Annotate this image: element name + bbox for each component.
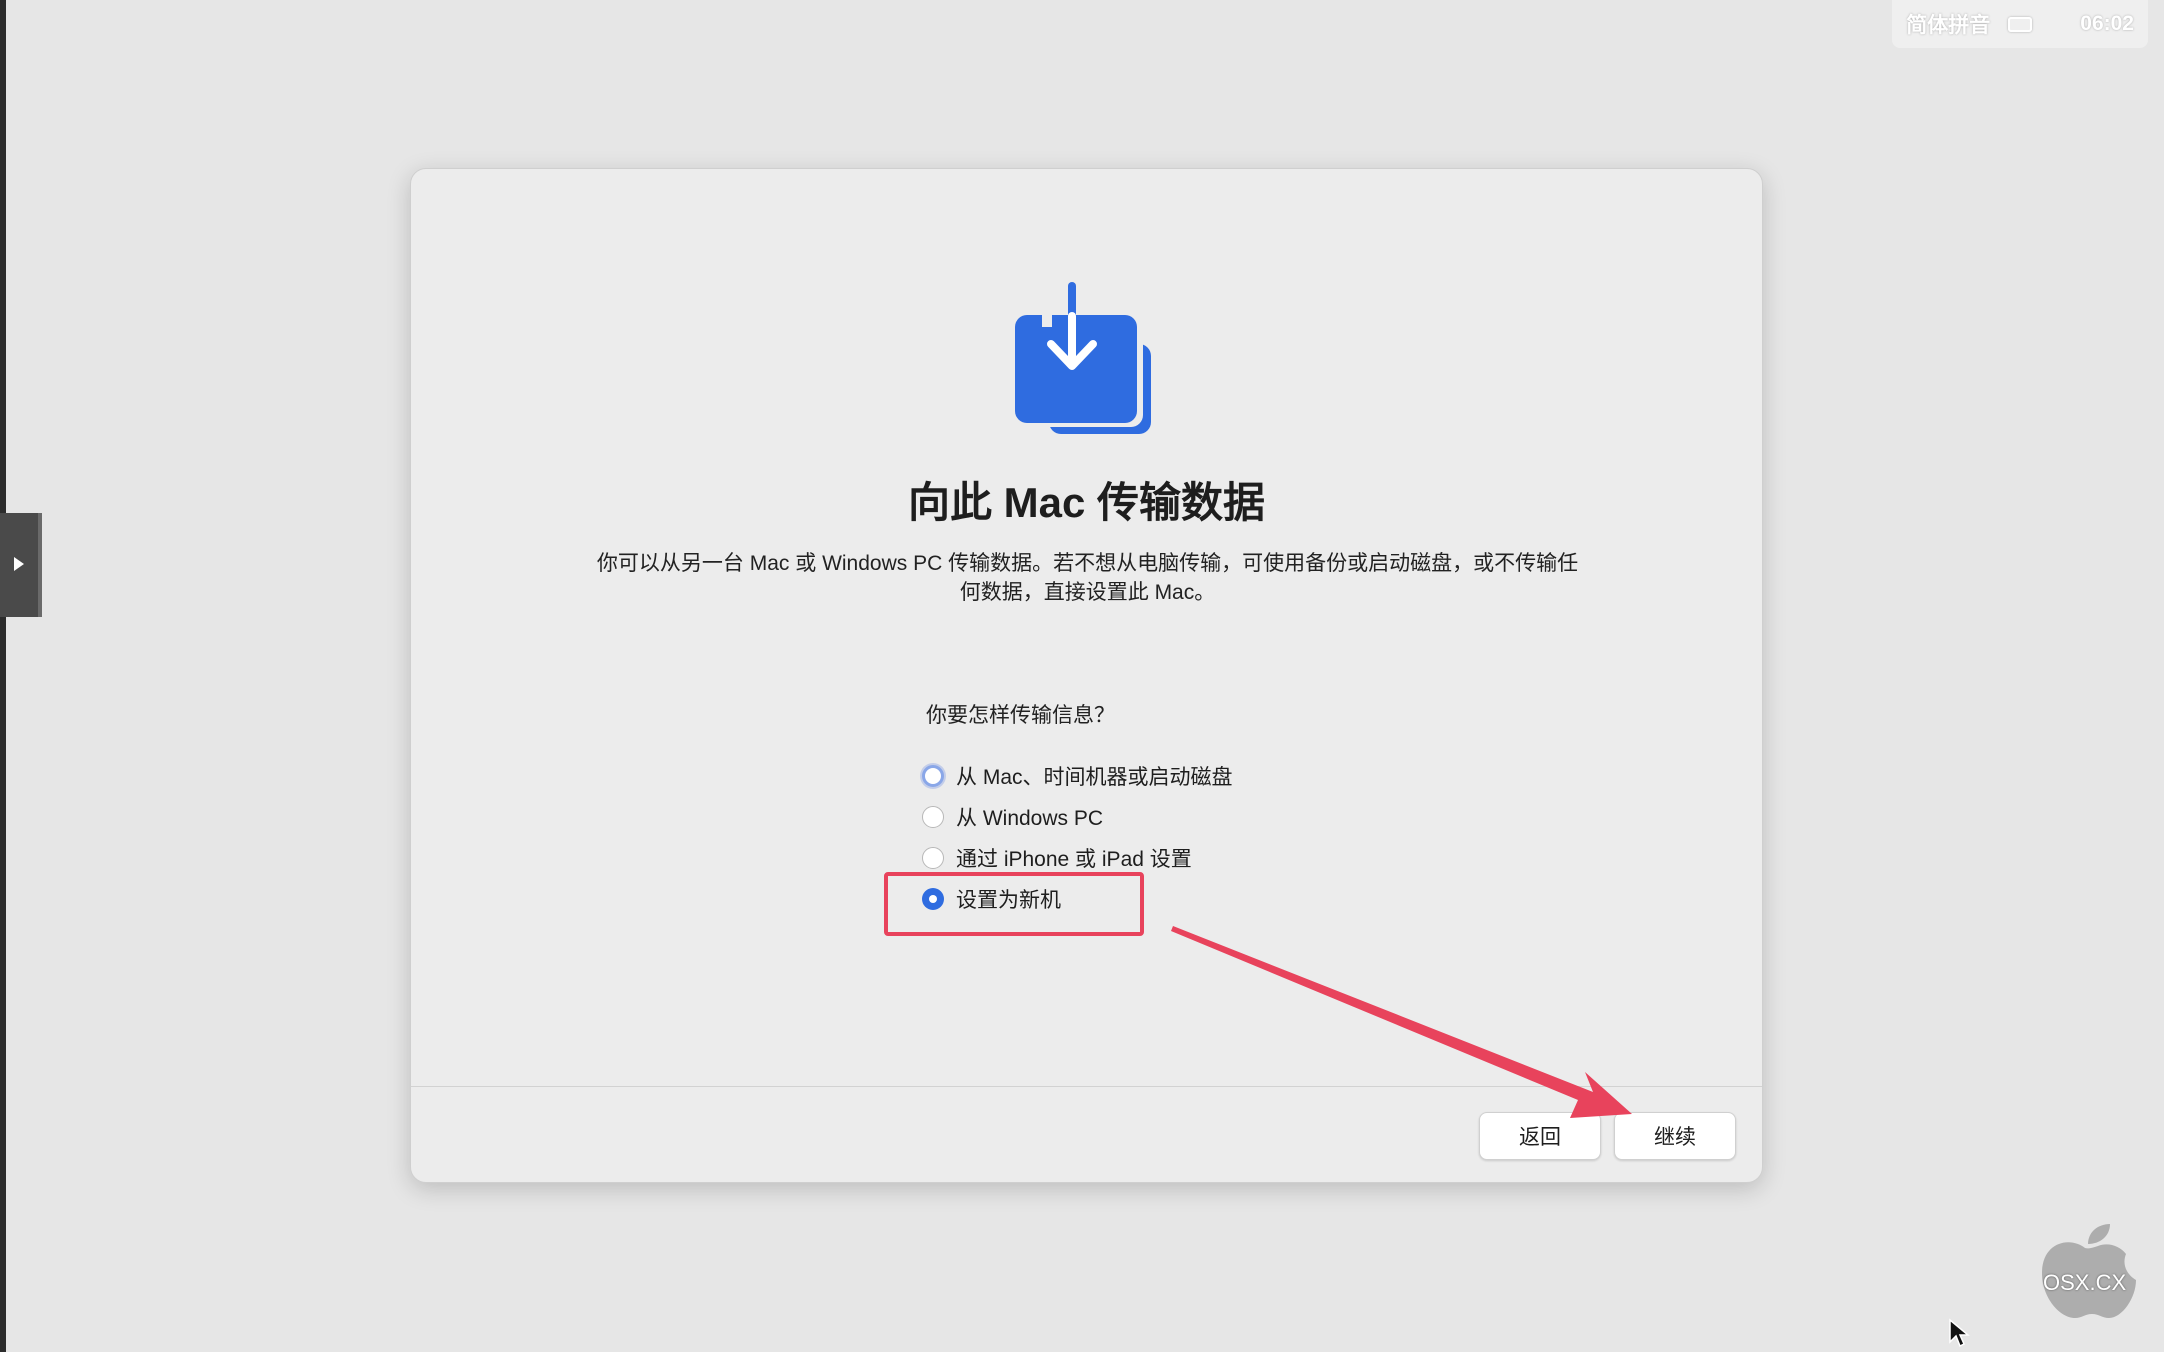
side-panel-toggle[interactable]	[0, 513, 42, 617]
option-from-mac[interactable]: 从 Mac、时间机器或启动磁盘	[922, 755, 1233, 796]
footer-divider	[411, 1086, 1762, 1087]
annotation-highlight-box	[884, 872, 1144, 936]
menu-bar-status: 简体拼音 06:02	[1892, 0, 2148, 48]
migration-assistant-window: 向此 Mac 传输数据 你可以从另一台 Mac 或 Windows PC 传输数…	[410, 168, 1763, 1183]
watermark-text: OSX.CX	[2043, 1270, 2127, 1295]
mouse-pointer-icon	[1949, 1318, 1970, 1348]
back-button[interactable]: 返回	[1479, 1112, 1601, 1160]
migration-download-icon	[1015, 282, 1151, 434]
option-label: 从 Mac、时间机器或启动磁盘	[956, 765, 1233, 789]
option-label: 通过 iPhone 或 iPad 设置	[956, 847, 1192, 871]
transfer-question: 你要怎样传输信息？	[926, 704, 1115, 727]
page-title: 向此 Mac 传输数据	[907, 479, 1266, 526]
page-description: 你可以从另一台 Mac 或 Windows PC 传输数据。若不想从电脑传输，可…	[596, 552, 1579, 604]
input-method-indicator[interactable]: 简体拼音	[1906, 9, 1990, 39]
radio-from-iphone-ipad[interactable]	[922, 846, 944, 869]
continue-button[interactable]: 继续	[1614, 1112, 1736, 1160]
clock: 06:02	[2080, 12, 2134, 35]
option-from-windows[interactable]: 从 Windows PC	[922, 796, 1233, 837]
expand-arrow-icon	[14, 557, 24, 571]
radio-from-windows[interactable]	[922, 805, 944, 828]
screen-left-edge	[0, 0, 6, 1352]
option-label: 从 Windows PC	[956, 806, 1104, 830]
keyboard-icon[interactable]	[2008, 16, 2033, 32]
radio-from-mac[interactable]	[922, 764, 944, 787]
